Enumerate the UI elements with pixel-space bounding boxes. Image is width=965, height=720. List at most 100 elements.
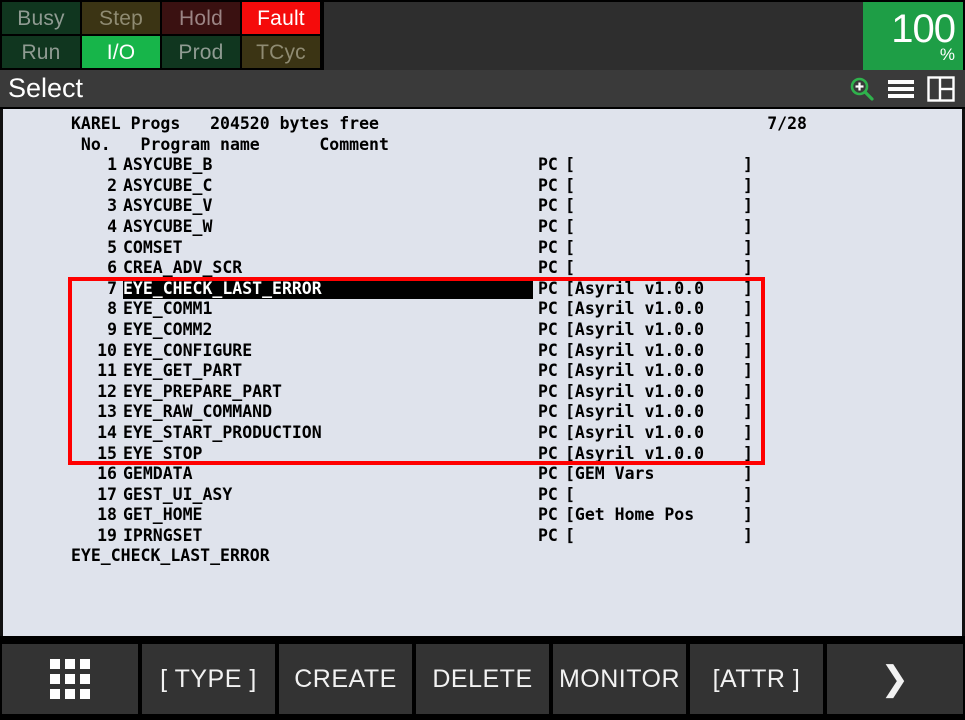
program-name: EYE_CONFIGURE xyxy=(123,341,254,362)
program-name: CREA_ADV_SCR xyxy=(123,258,244,279)
row-number: 7 xyxy=(71,279,117,300)
program-name: EYE_PREPARE_PART xyxy=(123,382,284,403)
status-indicator-fault[interactable]: Fault xyxy=(242,2,320,34)
override-value: 100 xyxy=(891,10,955,48)
table-row[interactable]: 2ASYCUBE_CPC[] xyxy=(3,176,962,197)
program-list-pane: KAREL Progs 204520 bytes free 7/28 No. P… xyxy=(0,109,965,636)
table-row[interactable]: 16GEMDATAPC[GEM Vars] xyxy=(3,464,962,485)
comment-bracket-close: ] xyxy=(743,279,753,300)
column-header-row: No. Program name Comment xyxy=(3,135,962,156)
comment-bracket-close: ] xyxy=(743,258,753,279)
program-type: PC xyxy=(538,341,558,362)
split-pane-icon[interactable] xyxy=(927,76,955,102)
attr-button[interactable]: [ATTR ] xyxy=(690,644,823,714)
title-bar: Select xyxy=(0,70,965,109)
status-filler xyxy=(322,2,863,72)
table-row[interactable]: 18GET_HOMEPC[Get Home Pos] xyxy=(3,505,962,526)
status-indicator-busy[interactable]: Busy xyxy=(2,2,80,34)
table-row[interactable]: 10EYE_CONFIGUREPC[Asyril v1.0.0] xyxy=(3,341,962,362)
row-number: 6 xyxy=(71,258,117,279)
table-row[interactable]: 4ASYCUBE_WPC[] xyxy=(3,217,962,238)
create-button[interactable]: CREATE xyxy=(279,644,412,714)
comment-bracket-close: ] xyxy=(743,361,753,382)
program-type: PC xyxy=(538,505,558,526)
type-button[interactable]: [ TYPE ] xyxy=(142,644,275,714)
comment-bracket-close: ] xyxy=(743,464,753,485)
program-comment: [ xyxy=(565,485,575,506)
program-type: PC xyxy=(538,217,558,238)
program-name: ASYCUBE_W xyxy=(123,217,214,238)
menu-icon[interactable] xyxy=(887,77,915,101)
row-number: 11 xyxy=(71,361,117,382)
program-type: PC xyxy=(538,279,558,300)
program-comment: [Get Home Pos xyxy=(565,505,694,526)
comment-bracket-close: ] xyxy=(743,217,753,238)
program-type: PC xyxy=(538,176,558,197)
table-row[interactable]: 8EYE_COMM1PC[Asyril v1.0.0] xyxy=(3,299,962,320)
program-type: PC xyxy=(538,155,558,176)
row-number: 3 xyxy=(71,196,117,217)
table-row[interactable]: 7 EYE_CHECK_LAST_ERRORPC [Asyril v1.0.0] xyxy=(3,279,962,300)
program-comment: [Asyril v1.0.0 xyxy=(565,341,704,362)
status-indicator-tcyc[interactable]: TCyc xyxy=(242,36,320,68)
app-grid-icon xyxy=(50,659,90,699)
table-row[interactable]: 6CREA_ADV_SCRPC[] xyxy=(3,258,962,279)
program-type: PC xyxy=(538,320,558,341)
program-type: PC xyxy=(538,464,558,485)
program-name: ASYCUBE_C xyxy=(123,176,214,197)
table-row[interactable]: 1ASYCUBE_BPC[] xyxy=(3,155,962,176)
table-row[interactable]: 12EYE_PREPARE_PARTPC[Asyril v1.0.0] xyxy=(3,382,962,403)
monitor-button[interactable]: MONITOR xyxy=(553,644,686,714)
table-row[interactable]: 13EYE_RAW_COMMANDPC[Asyril v1.0.0] xyxy=(3,402,962,423)
program-type: PC xyxy=(538,485,558,506)
comment-bracket-close: ] xyxy=(743,176,753,197)
table-row[interactable]: 9EYE_COMM2PC[Asyril v1.0.0] xyxy=(3,320,962,341)
status-indicator-grid: BusyStepHoldFault RunI/OProdTCyc xyxy=(0,0,322,70)
next-page-button[interactable]: ❯ xyxy=(827,644,963,714)
status-indicator-i-o[interactable]: I/O xyxy=(82,36,160,68)
program-rows: 1ASYCUBE_BPC[]2ASYCUBE_CPC[]3ASYCUBE_VPC… xyxy=(3,155,962,546)
app-grid-button[interactable] xyxy=(2,644,138,714)
table-row[interactable]: 3ASYCUBE_VPC[] xyxy=(3,196,962,217)
table-row[interactable]: 14EYE_START_PRODUCTIONPC[Asyril v1.0.0] xyxy=(3,423,962,444)
comment-bracket-close: ] xyxy=(743,155,753,176)
status-indicator-step[interactable]: Step xyxy=(82,2,160,34)
table-row[interactable]: 19IPRNGSETPC[] xyxy=(3,526,962,547)
row-number: 9 xyxy=(71,320,117,341)
row-number: 12 xyxy=(71,382,117,403)
program-comment: [ xyxy=(565,217,575,238)
function-key-toolbar: [ TYPE ]CREATEDELETEMONITOR[ATTR ] ❯ xyxy=(0,640,965,720)
table-row[interactable]: 17GEST_UI_ASYPC[] xyxy=(3,485,962,506)
program-type: PC xyxy=(538,382,558,403)
program-comment: [Asyril v1.0.0 xyxy=(565,402,704,423)
override-unit: % xyxy=(940,46,955,63)
status-indicator-prod[interactable]: Prod xyxy=(162,36,240,68)
program-name: ASYCUBE_V xyxy=(123,196,214,217)
program-name: EYE_CHECK_LAST_ERROR xyxy=(123,279,533,300)
table-row[interactable]: 5COMSETPC[] xyxy=(3,238,962,259)
status-indicator-run[interactable]: Run xyxy=(2,36,80,68)
comment-bracket-close: ] xyxy=(743,526,753,547)
program-type: PC xyxy=(538,444,558,465)
zoom-in-icon[interactable] xyxy=(849,76,875,102)
row-number: 2 xyxy=(71,176,117,197)
row-number: 10 xyxy=(71,341,117,362)
program-name: EYE_COMM2 xyxy=(123,320,214,341)
program-comment: [Asyril v1.0.0 xyxy=(565,279,704,300)
program-name: EYE_RAW_COMMAND xyxy=(123,402,274,423)
program-type: PC xyxy=(538,238,558,259)
program-comment: [Asyril v1.0.0 xyxy=(565,299,704,320)
program-type: PC xyxy=(538,196,558,217)
comment-bracket-close: ] xyxy=(743,196,753,217)
program-comment: [GEM Vars xyxy=(565,464,654,485)
status-indicator-hold[interactable]: Hold xyxy=(162,2,240,34)
program-name: ASYCUBE_B xyxy=(123,155,214,176)
row-number: 17 xyxy=(71,485,117,506)
comment-bracket-close: ] xyxy=(743,382,753,403)
comment-bracket-close: ] xyxy=(743,485,753,506)
table-row[interactable]: 11EYE_GET_PARTPC[Asyril v1.0.0] xyxy=(3,361,962,382)
comment-bracket-close: ] xyxy=(743,238,753,259)
table-row[interactable]: 15EYE_STOPPC[Asyril v1.0.0] xyxy=(3,444,962,465)
override-badge[interactable]: 100 % xyxy=(863,2,963,72)
delete-button[interactable]: DELETE xyxy=(416,644,549,714)
